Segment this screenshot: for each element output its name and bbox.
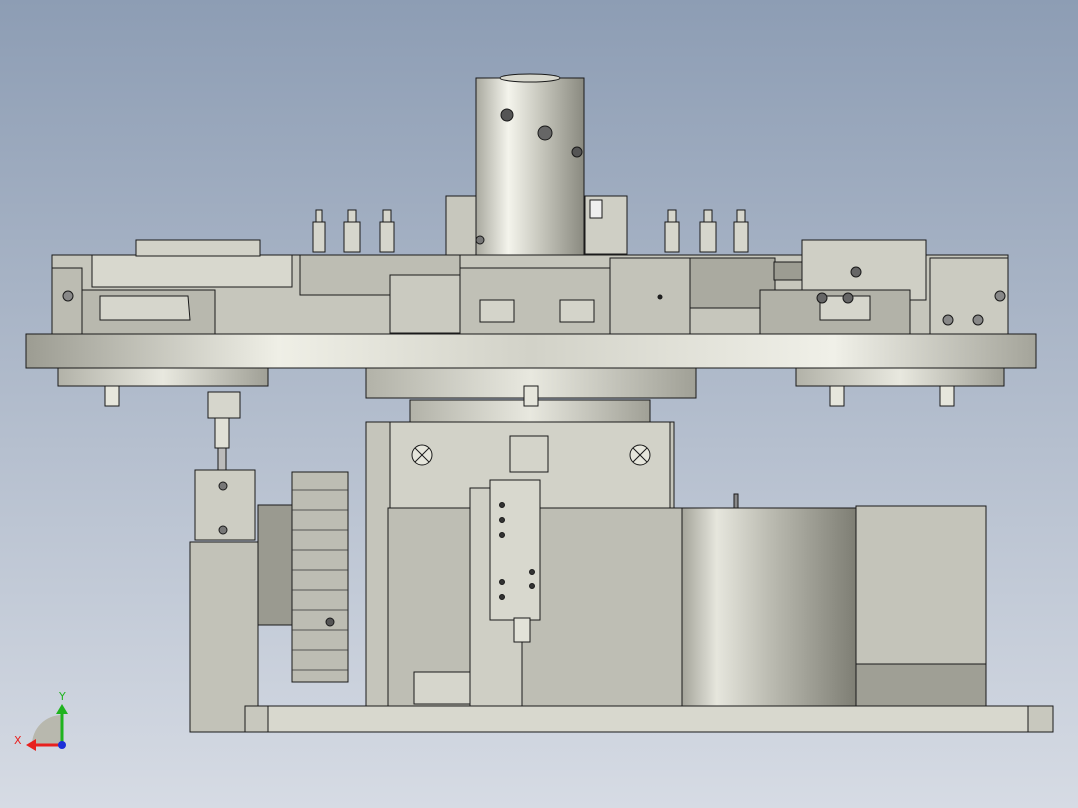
cad-part <box>667 209 677 223</box>
cad-part <box>571 146 583 158</box>
cad-part <box>315 209 323 223</box>
cad-part <box>389 274 461 334</box>
cad-part <box>994 290 1006 302</box>
cad-part <box>499 73 561 83</box>
cad-part <box>537 125 553 141</box>
cad-part <box>91 254 293 288</box>
cad-part <box>57 367 269 387</box>
cad-part <box>189 541 259 733</box>
cad-part <box>218 481 228 491</box>
cad-part <box>104 385 120 407</box>
cad-part <box>500 108 514 122</box>
cad-part <box>942 314 954 326</box>
cad-part <box>499 579 505 585</box>
cad-part <box>413 671 475 705</box>
servo-motor <box>681 493 987 707</box>
cad-part <box>499 517 505 523</box>
cad-part <box>214 417 230 449</box>
cad-part <box>681 507 857 707</box>
cad-part <box>62 290 74 302</box>
cad-part <box>529 569 535 575</box>
cad-part <box>609 257 691 335</box>
cad-part <box>703 209 713 223</box>
cad-part <box>773 261 805 281</box>
y-axis-label: Y <box>58 690 66 703</box>
cad-part <box>475 77 585 261</box>
cad-part <box>218 525 228 535</box>
cad-part <box>325 617 335 627</box>
cad-viewport[interactable]: Y X <box>0 0 1078 808</box>
cad-part <box>379 221 395 253</box>
cad-part <box>972 314 984 326</box>
cad-part <box>855 505 987 665</box>
cad-part <box>207 391 241 419</box>
cad-part <box>267 705 1029 733</box>
cad-part <box>657 294 663 300</box>
cad-part <box>291 471 349 683</box>
cad-part <box>475 235 485 245</box>
timing-pulley <box>291 471 349 683</box>
cad-part <box>135 239 261 257</box>
cad-part <box>312 221 326 253</box>
cad-part <box>589 199 603 219</box>
cad-part <box>445 195 477 257</box>
cad-part <box>513 617 531 643</box>
cad-part <box>99 295 191 321</box>
cad-part <box>217 447 227 473</box>
cad-part <box>499 594 505 600</box>
cad-part <box>699 221 717 253</box>
cad-part <box>257 504 293 626</box>
cad-part <box>842 292 854 304</box>
cad-part <box>479 299 515 323</box>
z-axis-dot <box>58 741 66 749</box>
cad-part <box>499 532 505 538</box>
vertical-shaft-housing <box>475 73 585 261</box>
cad-part <box>523 385 539 407</box>
cad-part <box>347 209 357 223</box>
cad-part <box>489 479 541 621</box>
cad-part <box>736 209 746 223</box>
cad-part <box>509 435 549 473</box>
cad-part <box>559 299 595 323</box>
cad-part <box>795 367 1005 387</box>
rotary-table-plate <box>25 333 1037 369</box>
x-axis-label: X <box>14 734 22 747</box>
cad-part <box>499 502 505 508</box>
cad-part <box>664 221 680 253</box>
cad-part <box>529 583 535 589</box>
cad-part <box>382 209 392 223</box>
cad-part <box>733 493 739 509</box>
cad-part <box>829 385 845 407</box>
cad-part <box>850 266 862 278</box>
cad-part <box>343 221 361 253</box>
cad-part <box>733 221 749 253</box>
cad-part <box>939 385 955 407</box>
cad-part <box>816 292 828 304</box>
cad-part <box>855 663 987 707</box>
